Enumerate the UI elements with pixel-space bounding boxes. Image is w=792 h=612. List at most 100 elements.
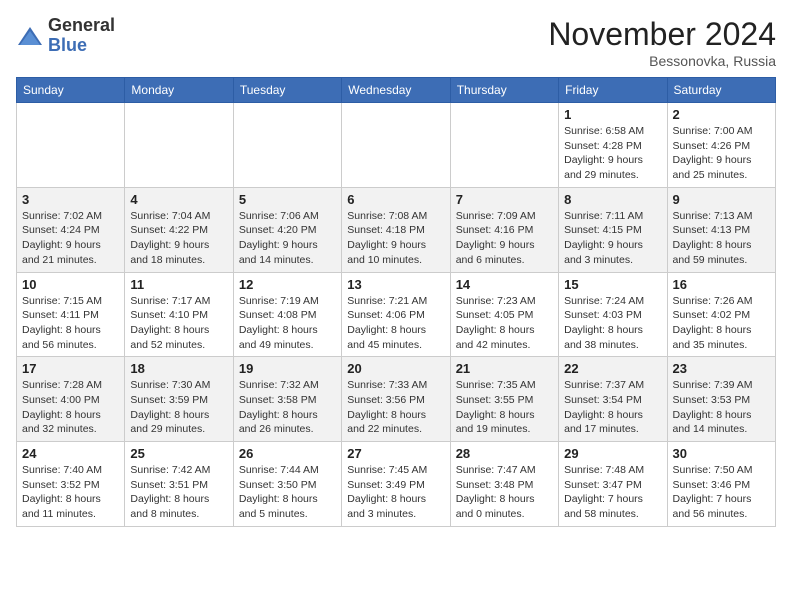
day-info: Sunrise: 7:39 AM Sunset: 3:53 PM Dayligh…: [673, 378, 770, 437]
day-number: 21: [456, 361, 553, 376]
weekday-header-row: SundayMondayTuesdayWednesdayThursdayFrid…: [17, 78, 776, 103]
weekday-thursday: Thursday: [450, 78, 558, 103]
day-number: 18: [130, 361, 227, 376]
day-info: Sunrise: 7:15 AM Sunset: 4:11 PM Dayligh…: [22, 294, 119, 353]
calendar-table: SundayMondayTuesdayWednesdayThursdayFrid…: [16, 77, 776, 527]
page-header: General Blue November 2024 Bessonovka, R…: [16, 16, 776, 69]
day-number: 8: [564, 192, 661, 207]
weekday-monday: Monday: [125, 78, 233, 103]
calendar-cell: 13Sunrise: 7:21 AM Sunset: 4:06 PM Dayli…: [342, 272, 450, 357]
day-info: Sunrise: 7:37 AM Sunset: 3:54 PM Dayligh…: [564, 378, 661, 437]
calendar-cell: 25Sunrise: 7:42 AM Sunset: 3:51 PM Dayli…: [125, 442, 233, 527]
day-number: 20: [347, 361, 444, 376]
day-number: 14: [456, 277, 553, 292]
day-number: 29: [564, 446, 661, 461]
day-info: Sunrise: 7:35 AM Sunset: 3:55 PM Dayligh…: [456, 378, 553, 437]
day-info: Sunrise: 7:13 AM Sunset: 4:13 PM Dayligh…: [673, 209, 770, 268]
day-number: 9: [673, 192, 770, 207]
day-number: 26: [239, 446, 336, 461]
day-info: Sunrise: 7:08 AM Sunset: 4:18 PM Dayligh…: [347, 209, 444, 268]
day-info: Sunrise: 7:28 AM Sunset: 4:00 PM Dayligh…: [22, 378, 119, 437]
day-info: Sunrise: 7:17 AM Sunset: 4:10 PM Dayligh…: [130, 294, 227, 353]
day-number: 17: [22, 361, 119, 376]
day-info: Sunrise: 7:47 AM Sunset: 3:48 PM Dayligh…: [456, 463, 553, 522]
day-info: Sunrise: 7:00 AM Sunset: 4:26 PM Dayligh…: [673, 124, 770, 183]
week-row-3: 10 Sunrise: 7:15 AM Sunset: 4:11 PM Dayli…: [17, 272, 776, 357]
calendar-cell: 14 Sunrise: 7:23 AM Sunset: 4:05 PM Dayli…: [450, 272, 558, 357]
day-number: 2: [673, 107, 770, 122]
day-number: 24: [22, 446, 119, 461]
calendar-cell: [17, 103, 125, 188]
calendar-cell: 16 Sunrise: 7:26 AM Sunset: 4:02 PM Dayli…: [667, 272, 775, 357]
day-info: Sunrise: 7:24 AM Sunset: 4:03 PM Dayligh…: [564, 294, 661, 353]
day-info: Sunrise: 7:21 AM Sunset: 4:06 PM Dayligh…: [347, 294, 444, 353]
day-info: Sunrise: 7:30 AM Sunset: 3:59 PM Dayligh…: [130, 378, 227, 437]
day-number: 1: [564, 107, 661, 122]
calendar-cell: 8 Sunrise: 7:11 AM Sunset: 4:15 PM Daylig…: [559, 187, 667, 272]
day-number: 25: [130, 446, 227, 461]
calendar-cell: 24 Sunrise: 7:40 AM Sunset: 3:52 PM Dayli…: [17, 442, 125, 527]
day-info: Sunrise: 7:19 AM Sunset: 4:08 PM Dayligh…: [239, 294, 336, 353]
calendar-cell: 20Sunrise: 7:33 AM Sunset: 3:56 PM Dayli…: [342, 357, 450, 442]
calendar-cell: [125, 103, 233, 188]
weekday-saturday: Saturday: [667, 78, 775, 103]
calendar-cell: 26 Sunrise: 7:44 AM Sunset: 3:50 PM Dayli…: [233, 442, 341, 527]
day-info: Sunrise: 7:26 AM Sunset: 4:02 PM Dayligh…: [673, 294, 770, 353]
title-area: November 2024 Bessonovka, Russia: [548, 16, 776, 69]
day-info: Sunrise: 7:45 AM Sunset: 3:49 PM Dayligh…: [347, 463, 444, 522]
weekday-sunday: Sunday: [17, 78, 125, 103]
day-info: Sunrise: 7:09 AM Sunset: 4:16 PM Dayligh…: [456, 209, 553, 268]
day-number: 6: [347, 192, 444, 207]
weekday-wednesday: Wednesday: [342, 78, 450, 103]
calendar-cell: 22 Sunrise: 7:37 AM Sunset: 3:54 PM Dayli…: [559, 357, 667, 442]
calendar-body: 1 Sunrise: 6:58 AM Sunset: 4:28 PM Daylig…: [17, 103, 776, 527]
day-number: 28: [456, 446, 553, 461]
day-info: Sunrise: 7:23 AM Sunset: 4:05 PM Dayligh…: [456, 294, 553, 353]
logo: General Blue: [16, 16, 115, 56]
logo-top: General: [48, 16, 115, 36]
day-number: 12: [239, 277, 336, 292]
day-number: 7: [456, 192, 553, 207]
day-number: 4: [130, 192, 227, 207]
day-info: Sunrise: 7:40 AM Sunset: 3:52 PM Dayligh…: [22, 463, 119, 522]
weekday-friday: Friday: [559, 78, 667, 103]
day-number: 27: [347, 446, 444, 461]
day-number: 19: [239, 361, 336, 376]
day-info: Sunrise: 7:50 AM Sunset: 3:46 PM Dayligh…: [673, 463, 770, 522]
day-info: Sunrise: 7:04 AM Sunset: 4:22 PM Dayligh…: [130, 209, 227, 268]
day-info: Sunrise: 7:32 AM Sunset: 3:58 PM Dayligh…: [239, 378, 336, 437]
calendar-cell: 10 Sunrise: 7:15 AM Sunset: 4:11 PM Dayli…: [17, 272, 125, 357]
day-number: 16: [673, 277, 770, 292]
calendar-cell: 27 Sunrise: 7:45 AM Sunset: 3:49 PM Dayli…: [342, 442, 450, 527]
calendar-cell: 6 Sunrise: 7:08 AM Sunset: 4:18 PM Daylig…: [342, 187, 450, 272]
day-info: Sunrise: 7:48 AM Sunset: 3:47 PM Dayligh…: [564, 463, 661, 522]
weekday-tuesday: Tuesday: [233, 78, 341, 103]
day-number: 22: [564, 361, 661, 376]
week-row-4: 17 Sunrise: 7:28 AM Sunset: 4:00 PM Dayli…: [17, 357, 776, 442]
location: Bessonovka, Russia: [548, 53, 776, 69]
day-number: 15: [564, 277, 661, 292]
calendar-cell: 30 Sunrise: 7:50 AM Sunset: 3:46 PM Dayli…: [667, 442, 775, 527]
calendar-cell: 17 Sunrise: 7:28 AM Sunset: 4:00 PM Dayli…: [17, 357, 125, 442]
day-number: 11: [130, 277, 227, 292]
calendar-cell: 9 Sunrise: 7:13 AM Sunset: 4:13 PM Daylig…: [667, 187, 775, 272]
day-info: Sunrise: 6:58 AM Sunset: 4:28 PM Dayligh…: [564, 124, 661, 183]
month-title: November 2024: [548, 16, 776, 53]
calendar-cell: 1 Sunrise: 6:58 AM Sunset: 4:28 PM Daylig…: [559, 103, 667, 188]
calendar-cell: [233, 103, 341, 188]
day-info: Sunrise: 7:11 AM Sunset: 4:15 PM Dayligh…: [564, 209, 661, 268]
week-row-1: 1 Sunrise: 6:58 AM Sunset: 4:28 PM Daylig…: [17, 103, 776, 188]
calendar-cell: 21 Sunrise: 7:35 AM Sunset: 3:55 PM Dayli…: [450, 357, 558, 442]
logo-icon: [16, 23, 44, 51]
week-row-2: 3Sunrise: 7:02 AM Sunset: 4:24 PM Daylig…: [17, 187, 776, 272]
calendar-cell: 5Sunrise: 7:06 AM Sunset: 4:20 PM Daylig…: [233, 187, 341, 272]
day-info: Sunrise: 7:44 AM Sunset: 3:50 PM Dayligh…: [239, 463, 336, 522]
day-info: Sunrise: 7:06 AM Sunset: 4:20 PM Dayligh…: [239, 209, 336, 268]
day-number: 23: [673, 361, 770, 376]
day-number: 10: [22, 277, 119, 292]
day-number: 30: [673, 446, 770, 461]
calendar-cell: 19 Sunrise: 7:32 AM Sunset: 3:58 PM Dayli…: [233, 357, 341, 442]
calendar-cell: 11 Sunrise: 7:17 AM Sunset: 4:10 PM Dayli…: [125, 272, 233, 357]
calendar-cell: [342, 103, 450, 188]
week-row-5: 24 Sunrise: 7:40 AM Sunset: 3:52 PM Dayli…: [17, 442, 776, 527]
